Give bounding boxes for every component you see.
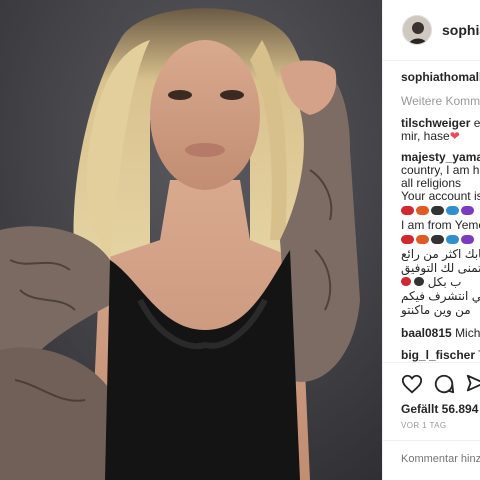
comment-item: majesty_yaman (401, 150, 480, 164)
emoji-row (401, 235, 474, 244)
load-more-comments[interactable]: Weitere Kommentare laden (401, 94, 480, 108)
heart-emoji-icon (416, 235, 429, 244)
comment-text: ب بكل (427, 275, 462, 289)
heart-emoji-icon (401, 235, 414, 244)
comment-user[interactable]: majesty_yaman (401, 150, 480, 164)
avatar-image (403, 16, 431, 44)
heart-emoji-icon (461, 206, 474, 215)
comment-icon[interactable] (433, 373, 455, 395)
comment-user[interactable]: tilschweiger (401, 116, 470, 130)
post-timestamp: VOR 1 TAG (401, 421, 447, 430)
comment-text: country, I am ho (401, 163, 480, 177)
comment-text: Your account is (401, 189, 480, 203)
avatar[interactable] (402, 15, 432, 45)
comment-user[interactable]: baal0815 (401, 326, 452, 340)
comment-text-cont: mir, hase❤ (401, 129, 460, 143)
portrait-image (0, 0, 382, 480)
heart-emoji-icon (401, 206, 414, 215)
heart-emoji-icon (414, 277, 425, 286)
share-icon[interactable] (465, 373, 480, 395)
comment-text: راسي انتشرف فيكم (401, 289, 480, 303)
emoji-row (401, 206, 474, 215)
heart-emoji-icon (461, 235, 474, 244)
comment-text: all religions (401, 176, 462, 190)
header-username[interactable]: sophiathomalla (442, 22, 480, 38)
comment-text: ene (473, 116, 480, 130)
comment-text: اتمنى لك التوفيق (401, 261, 480, 275)
comment-text: سابك اكثر من رائع (401, 247, 480, 261)
comment-item: baal0815 Mich? (401, 326, 480, 340)
comment-item: big_l_fischer Th (401, 348, 480, 362)
comment-text: من وين ماكنتو (401, 303, 471, 317)
post-sidebar: sophiathomalla sophiathomalla Weitere Ko… (382, 0, 480, 480)
heart-emoji-icon (446, 235, 459, 244)
heart-emoji-icon (431, 206, 444, 215)
heart-icon[interactable] (401, 373, 423, 395)
heart-emoji-icon (431, 235, 444, 244)
comment-text-cont: ب بكل (401, 275, 461, 289)
heart-emoji-icon (416, 206, 429, 215)
comment-text: mir, hase (401, 129, 450, 143)
post-header: sophiathomalla (383, 0, 480, 61)
heart-emoji-icon: ❤ (449, 129, 460, 143)
heart-emoji-icon (401, 277, 411, 286)
comment-text: Mich? (455, 326, 480, 340)
post-actions (383, 362, 480, 405)
comment-item: tilschweiger ene (401, 116, 480, 130)
caption-author[interactable]: sophiathomalla (401, 70, 480, 84)
add-comment-input[interactable] (401, 453, 480, 465)
comment-user[interactable]: big_l_fischer (401, 348, 475, 362)
post-photo[interactable] (0, 0, 382, 480)
like-count[interactable]: Gefällt 56.894 M (401, 402, 480, 416)
comment-text: I am from Yeme (401, 218, 480, 232)
heart-emoji-icon (446, 206, 459, 215)
add-comment-bar (383, 440, 480, 480)
